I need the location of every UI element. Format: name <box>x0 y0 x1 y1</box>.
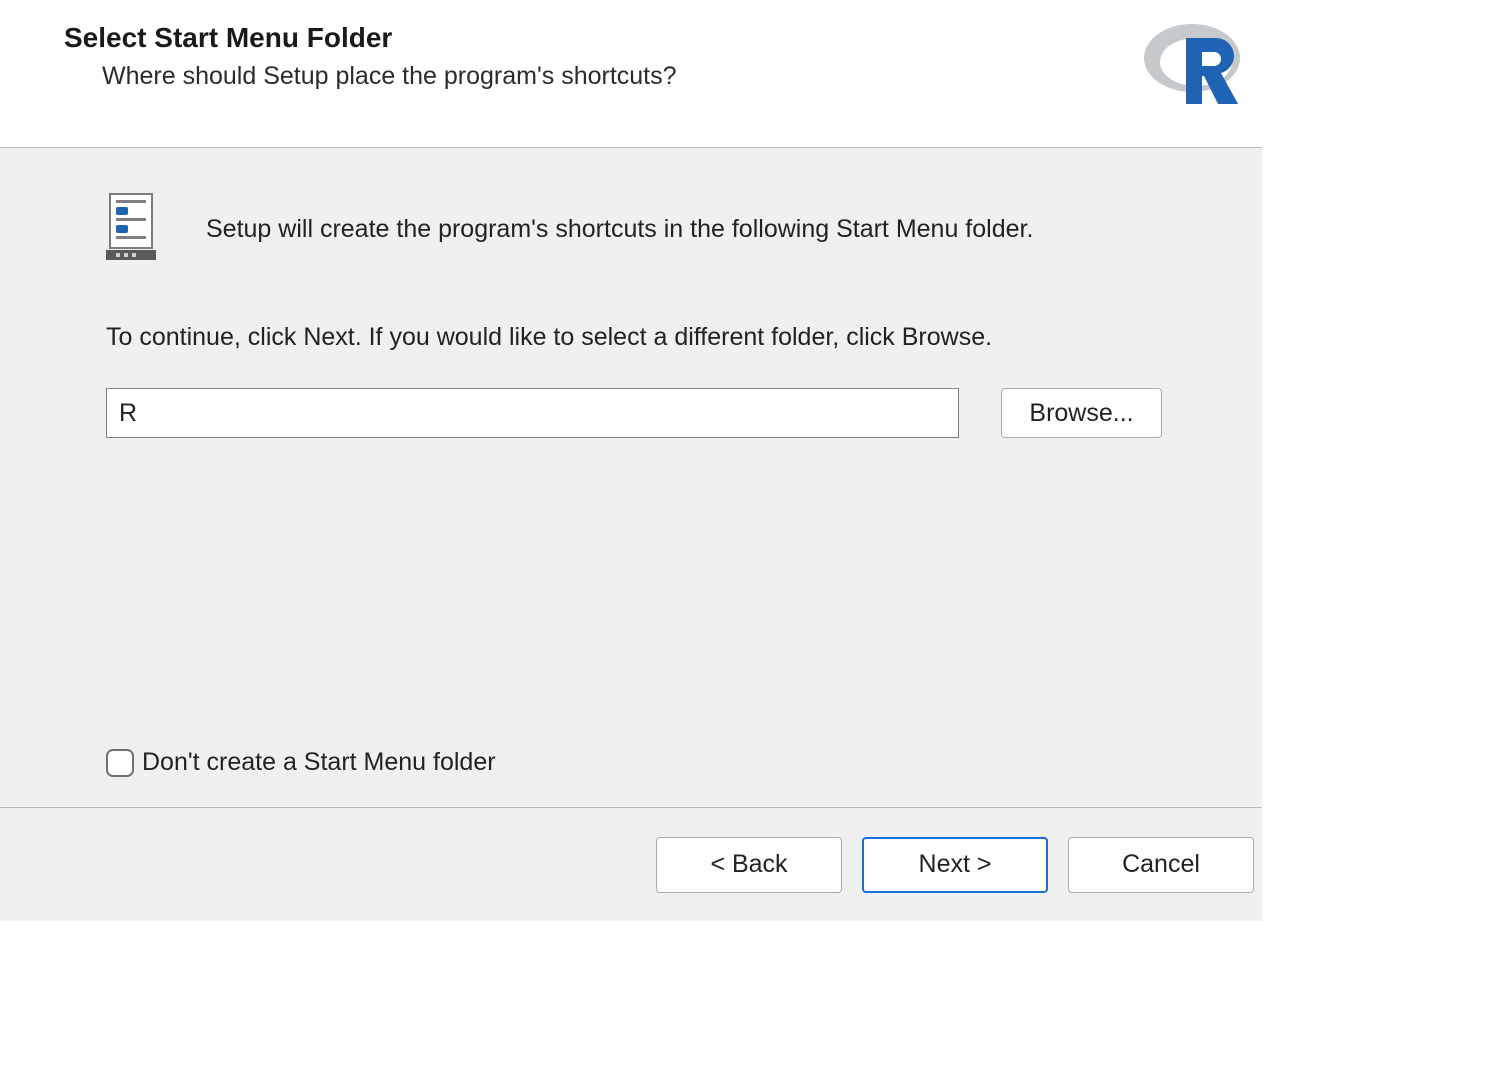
browse-button[interactable]: Browse... <box>1001 388 1162 438</box>
dont-create-folder-row[interactable]: Don't create a Start Menu folder <box>106 748 496 777</box>
cancel-button[interactable]: Cancel <box>1068 837 1254 893</box>
wizard-body: Setup will create the program's shortcut… <box>0 148 1262 808</box>
r-logo-icon <box>1142 12 1248 110</box>
start-menu-folder-icon <box>106 192 156 267</box>
intro-row: Setup will create the program's shortcut… <box>106 192 1162 267</box>
folder-path-row: Browse... <box>106 388 1162 438</box>
next-button[interactable]: Next > <box>862 837 1048 893</box>
page-title: Select Start Menu Folder <box>64 22 1222 54</box>
intro-text: Setup will create the program's shortcut… <box>206 215 1033 244</box>
start-menu-folder-input[interactable] <box>106 388 959 438</box>
installer-wizard: Select Start Menu Folder Where should Se… <box>0 0 1262 922</box>
instruction-text: To continue, click Next. If you would li… <box>106 323 1162 352</box>
wizard-header: Select Start Menu Folder Where should Se… <box>0 0 1262 148</box>
back-button[interactable]: < Back <box>656 837 842 893</box>
dont-create-folder-checkbox[interactable] <box>106 749 134 777</box>
dont-create-folder-label: Don't create a Start Menu folder <box>142 748 496 777</box>
page-subtitle: Where should Setup place the program's s… <box>64 62 1222 91</box>
wizard-footer: < Back Next > Cancel <box>0 808 1262 921</box>
